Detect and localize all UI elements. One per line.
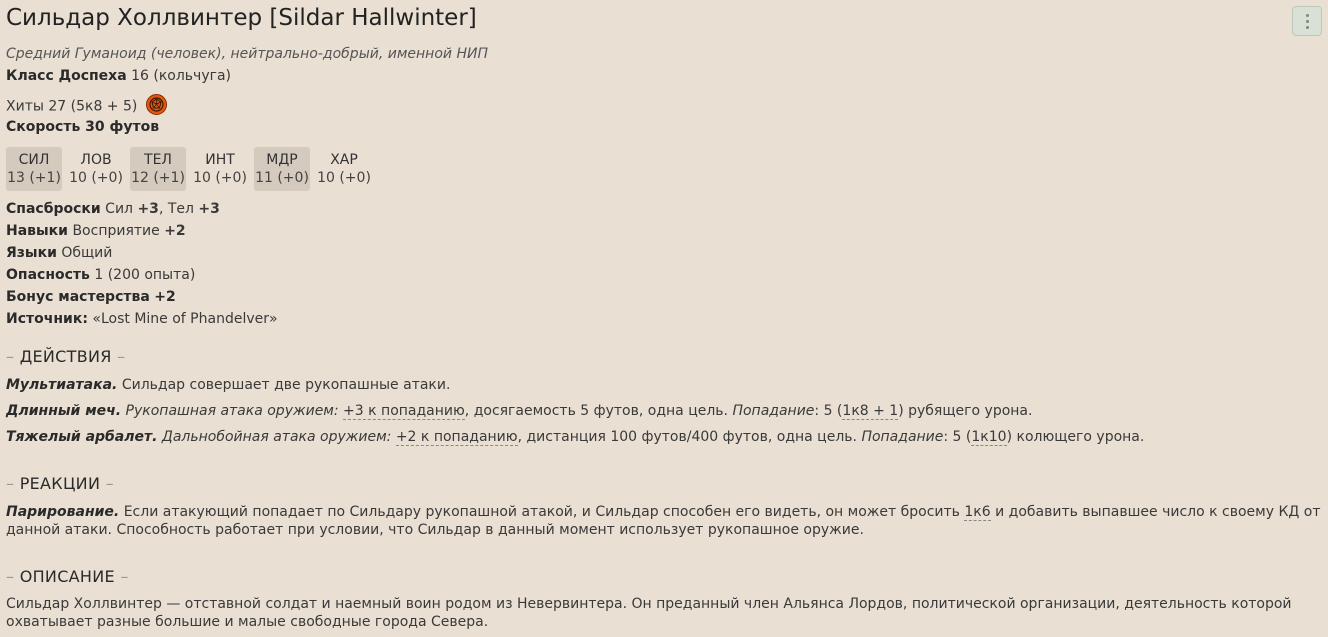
kebab-menu-button[interactable] bbox=[1292, 6, 1322, 36]
crossbow-dmg-pre: : 5 ( bbox=[943, 429, 972, 445]
multiattack-name: Мультиатака. bbox=[6, 377, 118, 393]
skills-label: Навыки bbox=[6, 223, 68, 239]
dice-roll-icon[interactable] bbox=[145, 94, 167, 115]
multiattack-text: Сильдар совершает две рукопашные атаки. bbox=[121, 377, 451, 393]
challenge-line: Опасность 1 (200 опыта) bbox=[6, 266, 195, 284]
saves-str: Сил bbox=[105, 201, 133, 217]
heading-dash: – bbox=[105, 474, 114, 493]
reaction-parry: Парирование. Если атакующий попадает по … bbox=[6, 503, 1324, 539]
page-title: Сильдар Холлвинтер [Sildar Hallwinter] bbox=[6, 5, 477, 31]
challenge-label: Опасность bbox=[6, 267, 90, 283]
stat-ability: ИНТ bbox=[205, 152, 235, 168]
heading-dash: – bbox=[6, 567, 15, 586]
ac-label: Класс Доспеха bbox=[6, 68, 127, 84]
proficiency-label: Бонус мастерства bbox=[6, 289, 150, 305]
longsword-desc: , досягаемость 5 футов, одна цель. bbox=[464, 403, 728, 419]
longsword-dmg-post: ) рубящего урона. bbox=[898, 403, 1033, 419]
longsword-type: Рукопашная атака оружием: bbox=[125, 403, 339, 419]
heading-dash: – bbox=[117, 347, 126, 366]
crossbow-hit-label: Попадание bbox=[861, 429, 944, 445]
reactions-heading: – РЕАКЦИИ – bbox=[6, 474, 114, 493]
stat-ability: ЛОВ bbox=[80, 152, 112, 168]
languages-line: Языки Общий bbox=[6, 244, 112, 262]
action-crossbow: Тяжелый арбалет. Дальнобойная атака оруж… bbox=[6, 428, 1284, 446]
longsword-name: Длинный меч. bbox=[6, 403, 122, 419]
crossbow-dmg-post: ) колющего урона. bbox=[1006, 429, 1145, 445]
reactions-heading-text: РЕАКЦИИ bbox=[19, 474, 101, 493]
saves-separator: , Тел bbox=[158, 201, 194, 217]
stat-value: 11 (+0) bbox=[255, 170, 309, 186]
stat-value: 12 (+1) bbox=[131, 170, 185, 186]
stat-value: 10 (+0) bbox=[317, 170, 371, 186]
stat-ability: МДР bbox=[266, 152, 298, 168]
longsword-hit-label: Попадание bbox=[732, 403, 815, 419]
challenge-value: 1 (200 опыта) bbox=[94, 267, 196, 283]
languages-label: Языки bbox=[6, 245, 57, 261]
stat-value: 10 (+0) bbox=[69, 170, 123, 186]
source-line: Источник: «Lost Mine of Phandelver» bbox=[6, 310, 278, 328]
hit-points-line: Хиты 27 (5к8 + 5) bbox=[6, 94, 167, 117]
stat-con[interactable]: ТЕЛ 12 (+1) bbox=[130, 147, 186, 191]
source-label: Источник: bbox=[6, 311, 88, 327]
stat-cha[interactable]: ХАР 10 (+0) bbox=[316, 147, 372, 191]
languages-value: Общий bbox=[61, 245, 113, 261]
proficiency-value: +2 bbox=[154, 289, 176, 305]
stat-wis[interactable]: МДР 11 (+0) bbox=[254, 147, 310, 191]
hp-value: 27 (5к8 + 5) bbox=[48, 98, 138, 115]
crossbow-name: Тяжелый арбалет. bbox=[6, 429, 158, 445]
ability-scores: СИЛ 13 (+1) ЛОВ 10 (+0) ТЕЛ 12 (+1) ИНТ … bbox=[6, 147, 372, 191]
speed-text: Скорость 30 футов bbox=[6, 119, 160, 135]
description-text: Сильдар Холлвинтер — отставной солдат и … bbox=[6, 596, 1292, 630]
crossbow-to-hit[interactable]: +2 к попаданию bbox=[395, 429, 518, 446]
crossbow-damage-roll[interactable]: 1к10 bbox=[971, 429, 1007, 446]
heading-dash: – bbox=[120, 567, 129, 586]
stat-value: 13 (+1) bbox=[7, 170, 61, 186]
skills-value: Восприятие bbox=[72, 223, 160, 239]
saves-label: Спасброски bbox=[6, 201, 101, 217]
description-heading: – ОПИСАНИЕ – bbox=[6, 567, 129, 586]
parry-dice-roll[interactable]: 1к6 bbox=[964, 504, 991, 521]
description-heading-text: ОПИСАНИЕ bbox=[19, 567, 115, 586]
hp-label: Хиты bbox=[6, 98, 44, 115]
saving-throws-line: Спасброски Сил +3, Тел +3 bbox=[6, 200, 220, 218]
saves-str-bonus[interactable]: +3 bbox=[137, 201, 158, 217]
ac-value: 16 (кольчуга) bbox=[131, 68, 232, 84]
proficiency-line: Бонус мастерства +2 bbox=[6, 288, 176, 306]
crossbow-desc: , дистанция 100 футов/400 футов, одна це… bbox=[517, 429, 857, 445]
parry-text-1: Если атакующий попадает по Сильдару руко… bbox=[123, 504, 960, 520]
heading-dash: – bbox=[6, 474, 15, 493]
longsword-dmg-pre: : 5 ( bbox=[814, 403, 843, 419]
kebab-menu-icon bbox=[1305, 13, 1309, 29]
longsword-to-hit[interactable]: +3 к попаданию bbox=[343, 403, 465, 420]
action-longsword: Длинный меч. Рукопашная атака оружием: +… bbox=[6, 402, 1284, 420]
stat-int[interactable]: ИНТ 10 (+0) bbox=[192, 147, 248, 191]
stat-value: 10 (+0) bbox=[193, 170, 247, 186]
source-value[interactable]: «Lost Mine of Phandelver» bbox=[92, 311, 277, 327]
skills-line: Навыки Восприятие +2 bbox=[6, 222, 186, 240]
crossbow-type: Дальнобойная атака оружием: bbox=[161, 429, 392, 445]
stat-str[interactable]: СИЛ 13 (+1) bbox=[6, 147, 62, 191]
saves-con-bonus[interactable]: +3 bbox=[198, 201, 219, 217]
stat-ability: ТЕЛ bbox=[144, 152, 172, 168]
creature-type: Средний Гуманоид (человек), нейтрально-д… bbox=[6, 46, 488, 62]
actions-heading-text: ДЕЙСТВИЯ bbox=[19, 347, 112, 366]
action-multiattack: Мультиатака. Сильдар совершает две рукоп… bbox=[6, 376, 1284, 394]
speed-line: Скорость 30 футов bbox=[6, 118, 159, 136]
parry-name: Парирование. bbox=[6, 504, 120, 520]
stat-ability: ХАР bbox=[330, 152, 358, 168]
heading-dash: – bbox=[6, 347, 15, 366]
actions-heading: – ДЕЙСТВИЯ – bbox=[6, 347, 125, 366]
armor-class-line: Класс Доспеха 16 (кольчуга) bbox=[6, 67, 231, 85]
skills-bonus[interactable]: +2 bbox=[164, 223, 185, 239]
longsword-damage-roll[interactable]: 1к8 + 1 bbox=[842, 403, 899, 420]
stat-dex[interactable]: ЛОВ 10 (+0) bbox=[68, 147, 124, 191]
stat-ability: СИЛ bbox=[18, 152, 50, 168]
